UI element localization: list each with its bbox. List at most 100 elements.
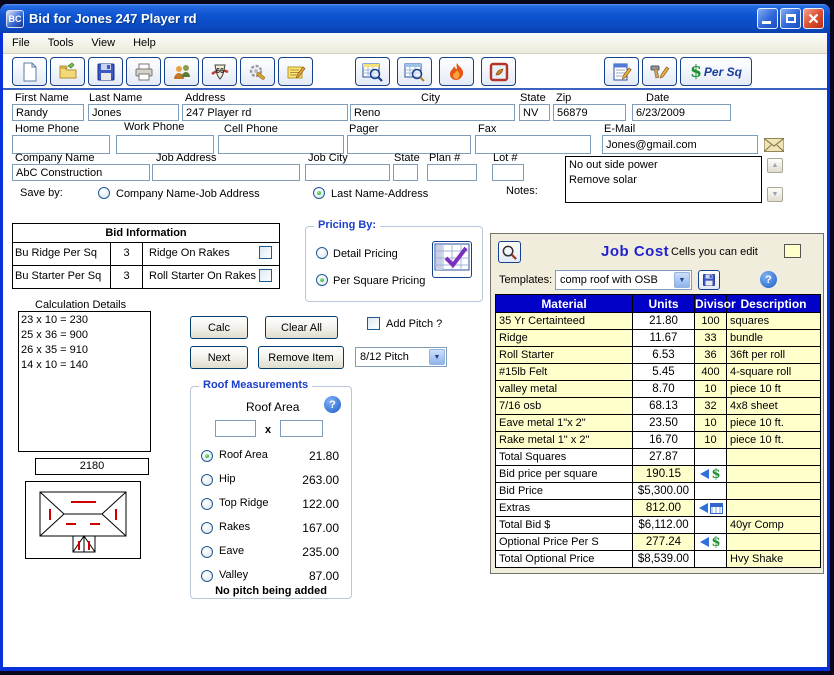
zip-input[interactable] xyxy=(553,104,626,121)
units-cell[interactable]: 277.24 xyxy=(633,534,695,551)
state-input[interactable] xyxy=(519,104,550,121)
description-cell[interactable]: 4x8 sheet xyxy=(727,398,821,415)
description-cell[interactable]: piece 10 ft. xyxy=(727,415,821,432)
roof-width-input[interactable] xyxy=(280,420,323,437)
new-document-button[interactable] xyxy=(12,57,47,86)
recalc-calculator-button[interactable] xyxy=(695,500,727,517)
divisor-cell[interactable]: 10 xyxy=(695,415,727,432)
valley-radio[interactable] xyxy=(201,570,213,582)
divisor-cell[interactable]: 10 xyxy=(695,381,727,398)
scroll-down-icon[interactable]: ▼ xyxy=(767,187,783,202)
description-cell[interactable]: piece 10 ft xyxy=(727,381,821,398)
description-cell[interactable]: bundle xyxy=(727,330,821,347)
lot-input[interactable] xyxy=(492,164,524,181)
material-cell[interactable]: Ridge xyxy=(496,330,633,347)
plan-input[interactable] xyxy=(427,164,477,181)
minimize-button[interactable] xyxy=(757,8,778,29)
hot-sheet-button[interactable] xyxy=(439,57,474,86)
units-cell[interactable]: 812.00 xyxy=(633,500,695,517)
ridge-on-rakes-checkbox[interactable] xyxy=(259,246,272,259)
description-cell[interactable] xyxy=(727,483,821,500)
route-button[interactable]: 66 xyxy=(202,57,237,86)
description-cell[interactable] xyxy=(727,534,821,551)
save-template-button[interactable] xyxy=(698,270,720,290)
per-sq-button[interactable]: $ Per Sq xyxy=(680,57,752,86)
menu-file[interactable]: File xyxy=(3,35,39,51)
job-cost-search-button[interactable] xyxy=(498,241,521,263)
address-input[interactable] xyxy=(182,104,348,121)
form-edit-button[interactable] xyxy=(604,57,639,86)
divisor-cell[interactable]: 33 xyxy=(695,330,727,347)
save-by-lastname-radio[interactable] xyxy=(313,187,325,199)
recalc-dollar-button[interactable]: $ xyxy=(695,466,727,483)
material-cell[interactable]: valley metal xyxy=(496,381,633,398)
templates-dropdown[interactable]: comp roof with OSB ▼ xyxy=(555,270,692,290)
send-email-button[interactable] xyxy=(764,138,784,153)
description-cell[interactable] xyxy=(727,449,821,466)
calc-button[interactable]: Calc xyxy=(190,316,248,339)
rakes-radio[interactable] xyxy=(201,522,213,534)
job-address-input[interactable] xyxy=(152,164,300,181)
divisor-cell[interactable]: 32 xyxy=(695,398,727,415)
bid-info-value[interactable]: 3 xyxy=(111,243,143,265)
next-button[interactable]: Next xyxy=(190,346,248,369)
roof-area-radio[interactable] xyxy=(201,450,213,462)
tools-edit-button[interactable] xyxy=(642,57,677,86)
recalc-dollar-button[interactable]: $ xyxy=(695,534,727,551)
description-cell[interactable]: 40yr Comp xyxy=(727,517,821,534)
roll-starter-on-rakes-checkbox[interactable] xyxy=(259,269,272,282)
notes-textarea[interactable]: No out side power Remove solar xyxy=(565,156,762,203)
roof-length-input[interactable] xyxy=(215,420,256,437)
calculation-line[interactable]: 26 x 35 = 910 xyxy=(21,343,148,358)
save-by-company-radio[interactable] xyxy=(98,187,110,199)
last-name-input[interactable] xyxy=(88,104,179,121)
divisor-cell[interactable]: 36 xyxy=(695,347,727,364)
clear-all-button[interactable]: Clear All xyxy=(265,316,338,339)
description-cell[interactable] xyxy=(727,500,821,517)
description-cell[interactable]: 36ft per roll xyxy=(727,347,821,364)
material-list-search-button[interactable] xyxy=(355,57,390,86)
capture-button[interactable] xyxy=(481,57,516,86)
job-cost-help-icon[interactable]: ? xyxy=(760,271,777,288)
scroll-up-icon[interactable]: ▲ xyxy=(767,158,783,173)
divisor-cell[interactable]: 400 xyxy=(695,364,727,381)
city-input[interactable] xyxy=(350,104,515,121)
notes-scrollbar[interactable]: ▲ ▼ xyxy=(767,158,783,202)
detail-pricing-radio[interactable] xyxy=(316,247,328,259)
description-cell[interactable]: piece 10 ft. xyxy=(727,432,821,449)
material-cell[interactable]: Eave metal 1"x 2" xyxy=(496,415,633,432)
units-cell[interactable]: 190.15 xyxy=(633,466,695,483)
per-square-pricing-radio[interactable] xyxy=(316,274,328,286)
hip-radio[interactable] xyxy=(201,474,213,486)
description-cell[interactable]: 4-square roll xyxy=(727,364,821,381)
material-cell[interactable]: #15lb Felt xyxy=(496,364,633,381)
schedule-search-button[interactable] xyxy=(397,57,432,86)
description-cell[interactable]: Hvy Shake xyxy=(727,551,821,568)
bid-info-value[interactable]: 3 xyxy=(111,266,143,289)
material-cell[interactable]: 35 Yr Certainteed xyxy=(496,313,633,330)
company-name-input[interactable] xyxy=(12,164,150,181)
maximize-button[interactable] xyxy=(780,8,801,29)
divisor-cell[interactable]: 10 xyxy=(695,432,727,449)
save-button[interactable] xyxy=(88,57,123,86)
chevron-down-icon[interactable]: ▼ xyxy=(429,349,445,365)
material-cell[interactable]: Roll Starter xyxy=(496,347,633,364)
first-name-input[interactable] xyxy=(12,104,84,121)
remove-item-button[interactable]: Remove Item xyxy=(258,346,344,369)
close-button[interactable] xyxy=(803,8,824,29)
top-ridge-radio[interactable] xyxy=(201,498,213,510)
write-note-button[interactable] xyxy=(278,57,313,86)
calculation-listbox[interactable]: 23 x 10 = 230 25 x 36 = 900 26 x 35 = 91… xyxy=(18,311,151,452)
add-pitch-checkbox[interactable] xyxy=(367,317,380,330)
menu-help[interactable]: Help xyxy=(124,35,165,51)
job-city-input[interactable] xyxy=(305,164,390,181)
contacts-button[interactable] xyxy=(164,57,199,86)
email-input[interactable] xyxy=(602,135,758,154)
date-input[interactable] xyxy=(632,104,731,121)
job-state-input[interactable] xyxy=(393,164,418,181)
calculation-line[interactable]: 14 x 10 = 140 xyxy=(21,358,148,373)
material-cell[interactable]: Rake metal 1" x 2" xyxy=(496,432,633,449)
divisor-cell[interactable]: 100 xyxy=(695,313,727,330)
menu-view[interactable]: View xyxy=(82,35,124,51)
description-cell[interactable]: squares xyxy=(727,313,821,330)
